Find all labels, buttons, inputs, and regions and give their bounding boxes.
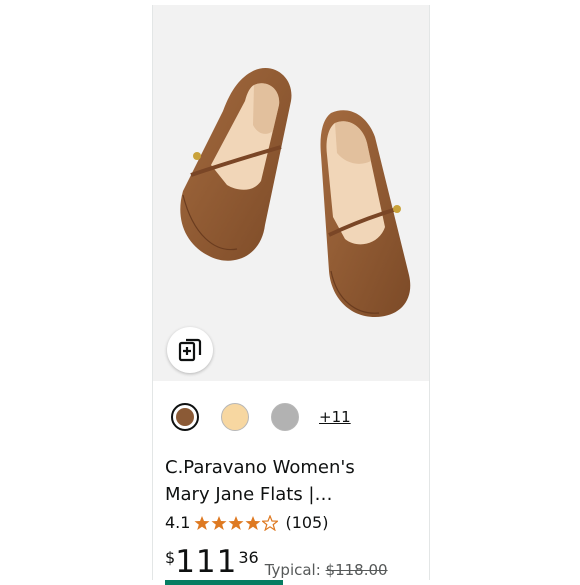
- star-full-icon: [228, 515, 244, 530]
- product-title[interactable]: C.Paravano Women's Mary Jane Flats |…: [165, 454, 420, 508]
- rating-count[interactable]: (105): [285, 513, 328, 532]
- price-fraction: 36: [238, 548, 259, 567]
- swatch-brown[interactable]: [171, 403, 199, 431]
- star-empty-icon: [262, 514, 279, 531]
- typical-price: $118.00: [325, 561, 388, 579]
- swatch-tan[interactable]: [221, 403, 249, 431]
- add-to-compare-icon: [178, 338, 202, 362]
- star-full-icon: [211, 515, 227, 530]
- add-to-compare-button[interactable]: [167, 327, 213, 373]
- deal-indicator-bar: [165, 580, 283, 585]
- price-row: $ 111 36 Typical: $118.00: [165, 546, 388, 579]
- product-image[interactable]: [153, 5, 429, 381]
- left-shoe: [180, 67, 292, 261]
- star-full-icon: [194, 515, 210, 530]
- product-title-line-1[interactable]: C.Paravano Women's: [165, 454, 420, 481]
- rating-value: 4.1: [165, 513, 191, 532]
- price-whole: 111: [175, 544, 238, 580]
- product-image-area[interactable]: [153, 5, 429, 381]
- swatch-gray[interactable]: [271, 403, 299, 431]
- more-colors-link[interactable]: +11: [319, 408, 351, 426]
- typical-label: Typical:: [264, 561, 326, 579]
- color-swatches: +11: [171, 403, 351, 431]
- right-shoe: [320, 110, 411, 317]
- star-full-icon: [245, 515, 261, 530]
- rating-row: 4.1 (105): [165, 513, 328, 532]
- product-card: +11 C.Paravano Women's Mary Jane Flats |…: [152, 5, 430, 585]
- typical-price-label: Typical: $118.00: [265, 561, 388, 579]
- price-symbol: $: [165, 548, 176, 567]
- star-rating[interactable]: [194, 514, 279, 531]
- product-title-line-2[interactable]: Mary Jane Flats |…: [165, 481, 420, 508]
